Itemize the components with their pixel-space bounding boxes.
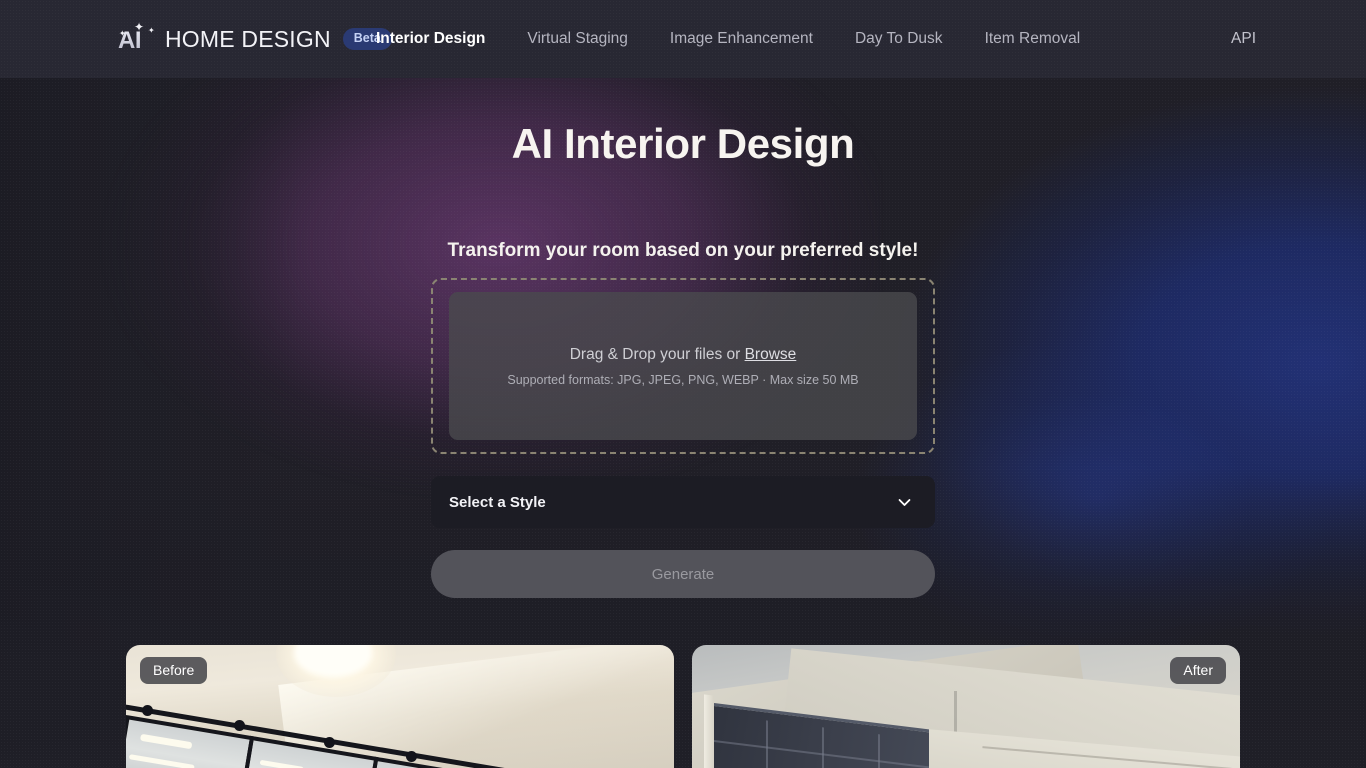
sparkle-icon-3: ✦	[148, 26, 155, 35]
browse-link[interactable]: Browse	[745, 346, 797, 363]
after-image-card[interactable]: After	[692, 645, 1240, 768]
dropzone-prompt: Drag & Drop your files or Browse	[570, 346, 797, 364]
before-badge: Before	[140, 657, 208, 684]
top-navigation-bar: ✦ ✦ ✦ AI HOME DESIGN Beta Interior Desig…	[0, 0, 1366, 78]
sparkle-icon-2: ✦	[119, 29, 126, 38]
nav-item-api[interactable]: API	[1231, 30, 1256, 48]
ai-sparkle-logo-icon: ✦ ✦ ✦ AI	[118, 20, 156, 55]
page-subtitle: Transform your room based on your prefer…	[447, 240, 919, 261]
sparkle-icon-1: ✦	[134, 20, 145, 34]
before-after-comparison: Before After	[126, 645, 1240, 768]
upload-panel: Transform your room based on your prefer…	[431, 240, 935, 598]
page-title: AI Interior Design	[511, 120, 855, 167]
primary-nav-links: Interior Design Virtual Staging Image En…	[376, 30, 1104, 48]
generate-button[interactable]: Generate	[431, 550, 935, 598]
after-room-image	[692, 645, 1240, 768]
nav-item-item-removal[interactable]: Item Removal	[985, 30, 1105, 48]
file-dropzone-inner[interactable]: Drag & Drop your files or Browse Support…	[449, 292, 917, 440]
style-select-value: Select a Style	[449, 493, 546, 511]
brand-logo[interactable]: ✦ ✦ ✦ AI HOME DESIGN Beta	[118, 19, 392, 59]
nav-item-virtual-staging[interactable]: Virtual Staging	[527, 30, 652, 48]
style-select[interactable]: Select a Style	[431, 476, 935, 528]
after-badge: After	[1170, 657, 1226, 684]
page-root: ✦ ✦ ✦ AI HOME DESIGN Beta Interior Desig…	[0, 0, 1366, 768]
nav-item-day-to-dusk[interactable]: Day To Dusk	[855, 30, 967, 48]
dropzone-supported-formats: Supported formats: JPG, JPEG, PNG, WEBP …	[507, 372, 859, 387]
before-room-image	[126, 645, 674, 768]
brand-name-text: HOME DESIGN	[165, 25, 331, 52]
nav-item-image-enhancement[interactable]: Image Enhancement	[670, 30, 837, 48]
chevron-down-icon	[898, 498, 911, 506]
dropzone-prompt-text: Drag & Drop your files or	[569, 345, 745, 363]
nav-item-interior-design[interactable]: Interior Design	[376, 30, 509, 48]
file-dropzone[interactable]: Drag & Drop your files or Browse Support…	[431, 278, 935, 454]
before-image-card[interactable]: Before	[126, 645, 674, 768]
